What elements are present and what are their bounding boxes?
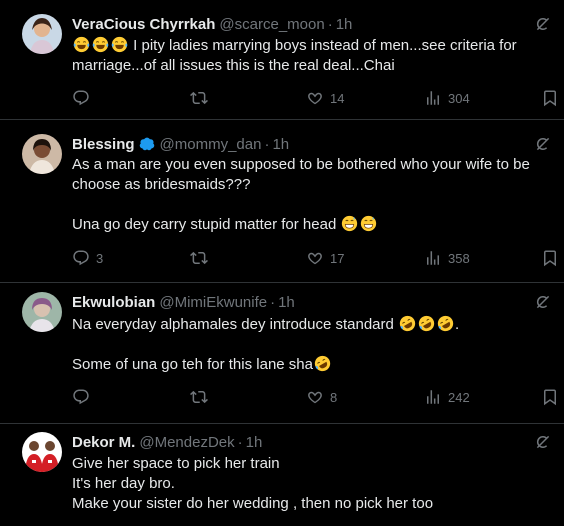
tweet-header: Ekwulobian @MimiEkwunife · 1h xyxy=(72,292,295,312)
display-name[interactable]: VeraCious Chyrrkah xyxy=(72,16,215,33)
tweet-actions: 3 17 358 xyxy=(72,249,552,269)
tweet-line: Some of una go teh for this lane sha xyxy=(72,356,313,373)
like-count: 17 xyxy=(330,250,345,266)
display-name[interactable]: Dekor M. xyxy=(72,434,135,451)
tweet-text: I pity ladies marrying boys instead of m… xyxy=(72,36,542,76)
verified-badge-icon xyxy=(139,137,154,151)
separator-dot: · xyxy=(327,15,333,33)
like-icon xyxy=(306,388,324,406)
grin-sweat-emoji-icon xyxy=(360,215,377,232)
tweet-header: VeraCious Chyrrkah @scarce_moon · 1h xyxy=(72,14,352,34)
rofl-emoji-icon xyxy=(314,355,331,372)
tweet-line: marriage...of all issues this is the rea… xyxy=(72,57,395,74)
retweet-button[interactable] xyxy=(190,388,208,406)
timestamp[interactable]: 1h xyxy=(278,294,295,311)
reply-icon xyxy=(72,388,90,406)
bookmark-icon xyxy=(541,249,559,267)
bookmark-button[interactable] xyxy=(541,388,559,406)
timeline-feed: VeraCious Chyrrkah @scarce_moon · 1h I p… xyxy=(0,0,564,526)
rofl-emoji-icon xyxy=(437,315,454,332)
avatar[interactable] xyxy=(22,134,62,174)
tweet-text: Give her space to pick her train It's he… xyxy=(72,454,542,514)
tweet-line: Give her space to pick her train xyxy=(72,455,280,472)
like-button[interactable]: 17 xyxy=(306,249,344,267)
timestamp[interactable]: 1h xyxy=(272,136,289,153)
like-button[interactable]: 8 xyxy=(306,388,337,406)
retweet-icon xyxy=(190,388,208,406)
retweet-icon xyxy=(190,89,208,107)
tweet-line: As a man are you even supposed to be bot… xyxy=(72,156,530,173)
views-button[interactable]: 242 xyxy=(424,388,470,406)
user-handle[interactable]: @scarce_moon xyxy=(219,16,324,33)
tweet-line: It's her day bro. xyxy=(72,475,175,492)
reply-button[interactable] xyxy=(72,388,90,406)
tweet-dekor[interactable]: Dekor M. @MendezDek · 1h Give her space … xyxy=(0,424,564,526)
tweet-header: Dekor M. @MendezDek · 1h xyxy=(72,432,262,452)
view-count: 358 xyxy=(448,250,470,266)
separator-dot: · xyxy=(270,293,276,311)
tweet-line: Na everyday alphamales dey introduce sta… xyxy=(72,316,399,333)
tweet-actions: 8 242 xyxy=(72,388,552,408)
retweet-button[interactable] xyxy=(190,249,208,267)
avatar[interactable] xyxy=(22,292,62,332)
like-count: 14 xyxy=(330,90,345,106)
like-icon xyxy=(306,249,324,267)
view-count: 242 xyxy=(448,389,470,405)
tweet-actions: 14 304 xyxy=(72,89,552,109)
views-icon xyxy=(424,89,442,107)
separator-dot: · xyxy=(237,433,243,451)
tweet-line: I pity ladies marrying boys instead of m… xyxy=(129,37,517,54)
avatar[interactable] xyxy=(22,432,62,472)
display-name[interactable]: Blessing xyxy=(72,136,135,153)
tweet-blessing[interactable]: Blessing @mommy_dan · 1h As a man are yo… xyxy=(0,120,564,283)
reply-count: 3 xyxy=(96,250,104,266)
grok-icon[interactable] xyxy=(534,433,552,451)
grok-icon[interactable] xyxy=(534,15,552,33)
bookmark-icon xyxy=(541,89,559,107)
reply-icon xyxy=(72,249,90,267)
laugh-cry-emoji-icon xyxy=(92,36,109,53)
user-handle[interactable]: @MimiEkwunife xyxy=(159,294,267,311)
views-icon xyxy=(424,388,442,406)
tweet-ekwulobian[interactable]: Ekwulobian @MimiEkwunife · 1h Na everyda… xyxy=(0,283,564,424)
user-handle[interactable]: @MendezDek xyxy=(139,434,234,451)
tweet-veracious[interactable]: VeraCious Chyrrkah @scarce_moon · 1h I p… xyxy=(0,0,564,120)
bookmark-button[interactable] xyxy=(541,89,559,107)
tweet-line: Una go dey carry stupid matter for head xyxy=(72,216,337,233)
timestamp[interactable]: 1h xyxy=(336,16,353,33)
views-button[interactable]: 358 xyxy=(424,249,470,267)
laugh-cry-emoji-icon xyxy=(111,36,128,53)
reply-button[interactable] xyxy=(72,89,90,107)
avatar[interactable] xyxy=(22,14,62,54)
like-button[interactable]: 14 xyxy=(306,89,344,107)
rofl-emoji-icon xyxy=(418,315,435,332)
reply-icon xyxy=(72,89,90,107)
grok-icon[interactable] xyxy=(534,135,552,153)
timestamp[interactable]: 1h xyxy=(246,434,263,451)
grok-icon[interactable] xyxy=(534,293,552,311)
tweet-line: Make your sister do her wedding , then n… xyxy=(72,495,434,512)
tweet-text: As a man are you even supposed to be bot… xyxy=(72,155,542,235)
retweet-icon xyxy=(190,249,208,267)
laugh-cry-emoji-icon xyxy=(73,36,90,53)
like-count: 8 xyxy=(330,389,338,405)
display-name[interactable]: Ekwulobian xyxy=(72,294,155,311)
rofl-emoji-icon xyxy=(399,315,416,332)
retweet-button[interactable] xyxy=(190,89,208,107)
grin-sweat-emoji-icon xyxy=(341,215,358,232)
separator-dot: · xyxy=(264,135,270,153)
user-handle[interactable]: @mommy_dan xyxy=(160,136,262,153)
view-count: 304 xyxy=(448,90,470,106)
views-icon xyxy=(424,249,442,267)
tweet-line: choose as bridesmaids??? xyxy=(72,176,251,193)
bookmark-button[interactable] xyxy=(541,249,559,267)
views-button[interactable]: 304 xyxy=(424,89,470,107)
tweet-header: Blessing @mommy_dan · 1h xyxy=(72,134,289,154)
bookmark-icon xyxy=(541,388,559,406)
tweet-text: Na everyday alphamales dey introduce sta… xyxy=(72,315,542,375)
reply-button[interactable]: 3 xyxy=(72,249,103,267)
like-icon xyxy=(306,89,324,107)
